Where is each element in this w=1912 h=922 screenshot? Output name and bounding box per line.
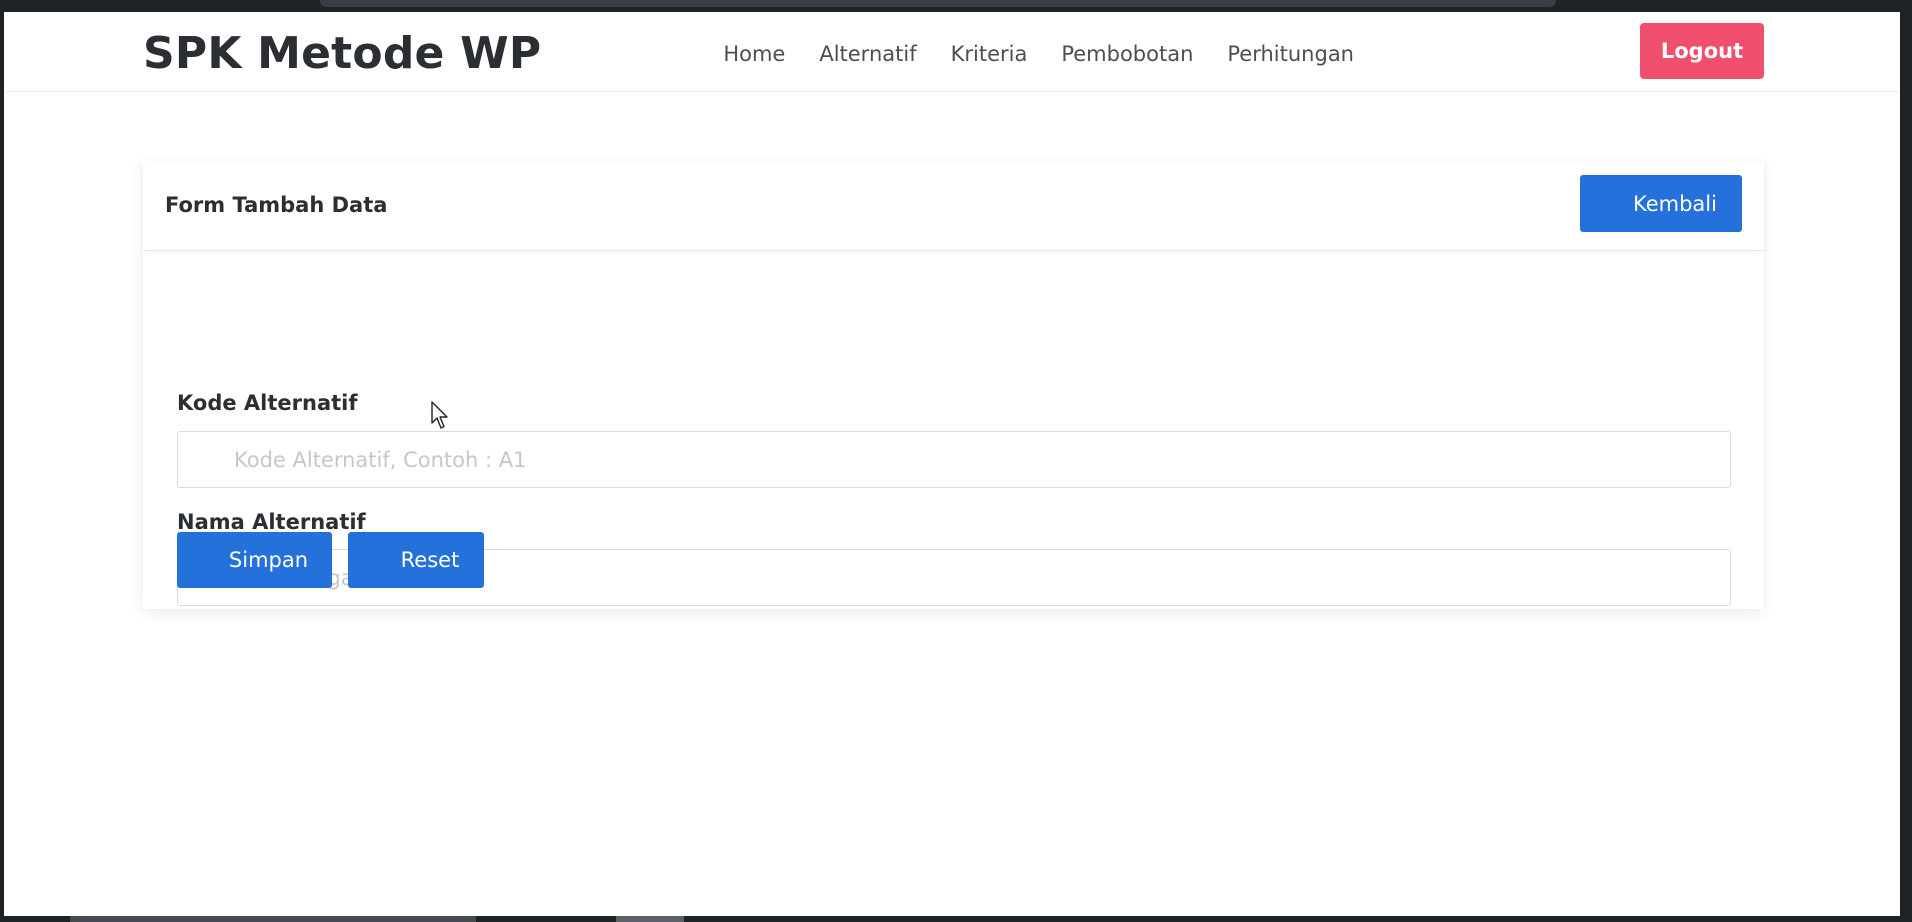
nav-links: Home Alternatif Kriteria Pembobotan Perh… bbox=[723, 42, 1354, 66]
brand-title[interactable]: SPK Metode WP bbox=[143, 28, 541, 79]
key-icon bbox=[194, 448, 216, 470]
card-header: Form Tambah Data Kembali bbox=[143, 161, 1764, 251]
nav-home[interactable]: Home bbox=[723, 42, 785, 66]
mouse-cursor-icon bbox=[431, 401, 451, 431]
save-button[interactable]: Simpan bbox=[177, 532, 332, 588]
nama-alternatif-label: Nama Alternatif bbox=[177, 510, 366, 534]
kode-alternatif-input[interactable] bbox=[234, 432, 1714, 487]
taskbar-segment bbox=[70, 916, 476, 922]
card-title: Form Tambah Data bbox=[165, 193, 388, 217]
nav-alternatif[interactable]: Alternatif bbox=[819, 42, 916, 66]
reset-button[interactable]: Reset bbox=[348, 532, 484, 588]
browser-top-strip bbox=[320, 0, 1556, 7]
save-button-label: Simpan bbox=[228, 548, 309, 572]
reset-button-label: Reset bbox=[400, 548, 460, 572]
logout-button[interactable]: Logout bbox=[1640, 23, 1764, 79]
kode-alternatif-label: Kode Alternatif bbox=[177, 391, 358, 415]
back-button-label: Kembali bbox=[1633, 191, 1717, 216]
save-icon bbox=[201, 551, 219, 569]
navbar: SPK Metode WP Home Alternatif Kriteria P… bbox=[4, 12, 1900, 92]
arrow-left-icon bbox=[1605, 195, 1623, 213]
form-card: Form Tambah Data Kembali Kode Alternatif… bbox=[143, 161, 1764, 609]
page-viewport: SPK Metode WP Home Alternatif Kriteria P… bbox=[4, 12, 1900, 916]
back-button[interactable]: Kembali bbox=[1580, 175, 1742, 232]
nav-kriteria[interactable]: Kriteria bbox=[951, 42, 1028, 66]
taskbar-segment-active bbox=[616, 916, 684, 922]
refresh-icon bbox=[373, 551, 391, 569]
nav-perhitungan[interactable]: Perhitungan bbox=[1227, 42, 1354, 66]
taskbar-strip bbox=[0, 916, 1912, 922]
nav-pembobotan[interactable]: Pembobotan bbox=[1061, 42, 1193, 66]
kode-alternatif-field[interactable] bbox=[177, 431, 1731, 488]
